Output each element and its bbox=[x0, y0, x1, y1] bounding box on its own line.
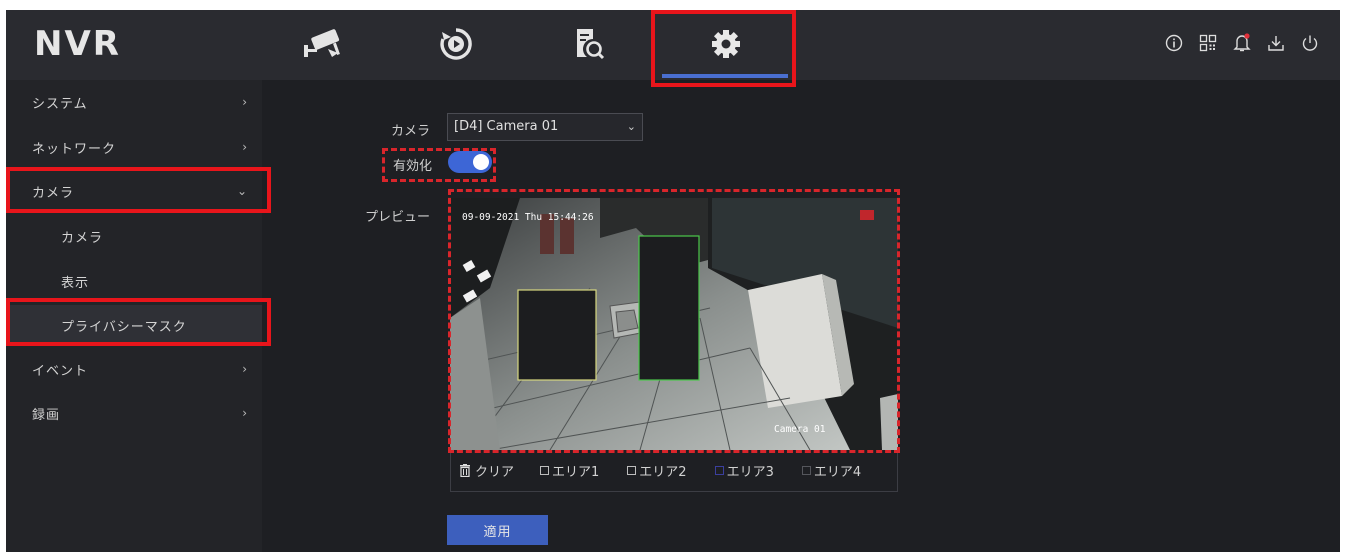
camera-label: カメラ bbox=[390, 124, 430, 139]
preview-label: プレビュー bbox=[364, 210, 430, 225]
area1-checkbox[interactable]: エリア1 bbox=[540, 461, 599, 480]
notification-bell-icon[interactable] bbox=[1232, 32, 1252, 54]
playback-icon[interactable] bbox=[434, 24, 478, 64]
chevron-down-icon: ⌄ bbox=[626, 120, 636, 133]
area1-label: エリア1 bbox=[552, 465, 600, 480]
chevron-right-icon: › bbox=[242, 362, 248, 376]
checkbox bbox=[627, 466, 637, 475]
nvr-logo: NVR bbox=[34, 24, 121, 64]
area3-label: エリア3 bbox=[726, 465, 774, 480]
sidebar-item-label: ネットワーク bbox=[32, 141, 117, 157]
area2-label: エリア2 bbox=[639, 465, 687, 480]
camera-live-view-icon[interactable] bbox=[302, 24, 346, 64]
clear-label: クリア bbox=[475, 465, 515, 480]
apply-button[interactable]: 適用 bbox=[447, 515, 548, 545]
sidebar-item-label: 表示 bbox=[61, 275, 90, 291]
dashed-highlight-box bbox=[448, 189, 900, 453]
clear-button[interactable]: クリア bbox=[459, 461, 514, 480]
highlight-box bbox=[6, 298, 271, 346]
chevron-right-icon: › bbox=[242, 140, 248, 154]
qr-code-icon[interactable] bbox=[1198, 32, 1218, 54]
highlight-box bbox=[6, 167, 271, 213]
sidebar-subitem-display[interactable]: 表示 bbox=[6, 261, 262, 301]
camera-select-value: [D4] Camera 01 bbox=[454, 119, 559, 134]
sidebar-item-label: 録画 bbox=[32, 407, 61, 423]
sidebar-item-network[interactable]: ネットワーク › bbox=[6, 127, 262, 167]
dashed-highlight-box bbox=[382, 148, 496, 182]
highlight-box bbox=[651, 10, 796, 87]
area2-checkbox[interactable]: エリア2 bbox=[627, 461, 687, 480]
checkbox bbox=[540, 466, 550, 475]
area4-checkbox[interactable]: エリア4 bbox=[801, 461, 862, 480]
mask-toolbar: クリア エリア1 エリア2 エリア3 エリア4 bbox=[450, 450, 898, 492]
sidebar-item-label: カメラ bbox=[61, 230, 104, 246]
sidebar-item-recording[interactable]: 録画 › bbox=[6, 393, 262, 433]
checkbox bbox=[714, 466, 724, 475]
trash-icon bbox=[460, 464, 470, 477]
area4-label: エリア4 bbox=[813, 465, 862, 480]
camera-select[interactable]: [D4] Camera 01 ⌄ bbox=[447, 113, 643, 141]
system-icons bbox=[1164, 32, 1320, 54]
info-icon[interactable] bbox=[1164, 32, 1184, 54]
download-icon[interactable] bbox=[1266, 32, 1286, 54]
sidebar-item-label: システム bbox=[32, 96, 88, 112]
chevron-right-icon: › bbox=[242, 406, 248, 420]
sidebar-subitem-camera[interactable]: カメラ bbox=[6, 216, 262, 256]
sidebar-item-label: イベント bbox=[32, 363, 89, 379]
area3-checkbox[interactable]: エリア3 bbox=[714, 461, 774, 480]
power-icon[interactable] bbox=[1300, 32, 1320, 54]
checkbox bbox=[801, 466, 811, 475]
sidebar-item-system[interactable]: システム › bbox=[6, 82, 262, 122]
sidebar-item-event[interactable]: イベント › bbox=[6, 349, 262, 389]
file-search-icon[interactable] bbox=[568, 24, 612, 64]
chevron-right-icon: › bbox=[242, 95, 248, 109]
